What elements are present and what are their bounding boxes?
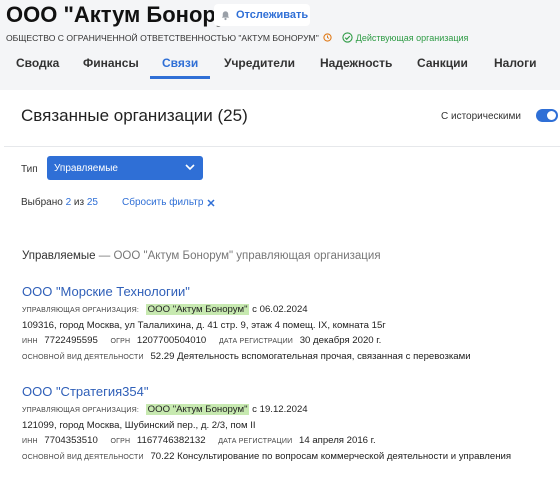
selected-prefix: Выбрано [21, 197, 63, 208]
status-text: Действующая организация [355, 32, 469, 43]
tab-reliability[interactable]: Надежность [320, 56, 392, 70]
section-subtitle: — ООО "Актум Бонорум" управляющая органи… [98, 250, 381, 262]
section-title: Управляемые [22, 250, 96, 262]
activity-value: 70.22 Консультирование по вопросам комме… [150, 451, 512, 462]
managing-org[interactable]: ООО "Актум Бонорум" [145, 304, 250, 315]
ids-row: ИНН 7704353510 ОГРН 1167746382132 ДАТА Р… [22, 434, 552, 448]
type-select-value: Управляемые [54, 162, 118, 174]
tab-taxes[interactable]: Налоги [494, 56, 537, 70]
ogrn-label: ОГРН [110, 338, 131, 345]
inn-value: 7704353510 [44, 435, 98, 446]
tab-bar: Сводка Финансы Связи Учредители Надежнос… [0, 50, 560, 78]
close-icon [207, 198, 215, 207]
managing-org[interactable]: ООО "Актум Бонорум" [145, 404, 250, 415]
inn-label: ИНН [22, 338, 38, 345]
card-divider [4, 146, 560, 147]
tab-summary[interactable]: Сводка [16, 56, 59, 70]
inn-value: 7722495595 [44, 335, 98, 346]
ogrn-value: 1207700504010 [136, 335, 207, 346]
activity-label: ОСНОВНОЙ ВИД ДЕЯТЕЛЬНОСТИ [22, 354, 144, 361]
section-heading: Управляемые — ООО "Актум Бонорум" управл… [22, 250, 381, 262]
reg-date-label: ДАТА РЕГИСТРАЦИИ [218, 338, 294, 345]
reset-filter-label: Сбросить фильтр [122, 197, 204, 208]
ogrn-label: ОГРН [110, 438, 131, 445]
reset-filter-link[interactable]: Сбросить фильтр [122, 197, 215, 208]
activity-label: ОСНОВНОЙ ВИД ДЕЯТЕЛЬНОСТИ [22, 454, 144, 461]
company-header: ООО "Актум Бонорум" Отслеживать ОБЩЕСТВО… [0, 0, 560, 90]
reg-date-label: ДАТА РЕГИСТРАЦИИ [218, 438, 293, 445]
managing-since: с 19.12.2024 [252, 404, 308, 415]
activity-value: 52.29 Деятельность вспомогательная проча… [150, 351, 471, 362]
reg-date-value: 14 апреля 2016 г. [298, 435, 376, 446]
follow-button[interactable]: Отслеживать [214, 4, 310, 26]
card-title: Связанные организации (25) [21, 106, 248, 125]
org-address: 121099, город Москва, Шубинский пер., д.… [22, 420, 256, 431]
managing-row: УПРАВЛЯЮЩАЯ ОРГАНИЗАЦИЯ: ООО "Актум Боно… [22, 403, 552, 417]
toggle-knob [547, 111, 556, 120]
tab-finance[interactable]: Финансы [83, 56, 139, 70]
active-tab-indicator [150, 76, 210, 79]
selected-of: из [73, 197, 85, 208]
legal-name: ОБЩЕСТВО С ОГРАНИЧЕННОЙ ОТВЕТСТВЕННОСТЬЮ… [6, 32, 319, 43]
status-badge: Действующая организация [342, 32, 469, 43]
selected-total: 25 [86, 197, 98, 208]
org-card: ООО "Морские Технологии" УПРАВЛЯЮЩАЯ ОРГ… [22, 284, 552, 364]
selected-count-line: Выбрано 2 из 25 [21, 197, 98, 208]
managing-since: с 06.02.2024 [252, 304, 308, 315]
follow-button-label: Отслеживать [236, 9, 309, 21]
legal-name-line: ОБЩЕСТВО С ОГРАНИЧЕННОЙ ОТВЕТСТВЕННОСТЬЮ… [6, 32, 468, 43]
org-name-link[interactable]: ООО "Стратегия354" [22, 384, 552, 399]
bell-icon [221, 10, 230, 20]
historical-toggle-label: С историческими [441, 111, 521, 122]
clock-icon [323, 33, 332, 42]
activity-row: ОСНОВНОЙ ВИД ДЕЯТЕЛЬНОСТИ 52.29 Деятельн… [22, 350, 552, 364]
historical-toggle[interactable] [536, 109, 558, 122]
managing-row: УПРАВЛЯЮЩАЯ ОРГАНИЗАЦИЯ: ООО "Актум Боно… [22, 303, 552, 317]
chevron-down-icon [185, 164, 195, 171]
managing-label: УПРАВЛЯЮЩАЯ ОРГАНИЗАЦИЯ: [22, 307, 139, 314]
activity-row: ОСНОВНОЙ ВИД ДЕЯТЕЛЬНОСТИ 70.22 Консульт… [22, 450, 512, 464]
managing-label: УПРАВЛЯЮЩАЯ ОРГАНИЗАЦИЯ: [22, 407, 139, 414]
related-orgs-card: Связанные организации (25) С исторически… [4, 94, 560, 483]
reg-date-value: 30 декабря 2020 г. [299, 335, 382, 346]
type-select[interactable]: Управляемые [47, 156, 203, 180]
type-filter-label: Тип [21, 164, 38, 175]
org-card: ООО "Стратегия354" УПРАВЛЯЮЩАЯ ОРГАНИЗАЦ… [22, 384, 552, 464]
selected-count: 2 [65, 197, 72, 208]
inn-label: ИНН [22, 438, 38, 445]
tab-sanctions[interactable]: Санкции [417, 56, 468, 70]
check-circle-icon [342, 32, 353, 43]
org-name-link[interactable]: ООО "Морские Технологии" [22, 284, 552, 299]
ids-row: ИНН 7722495595 ОГРН 1207700504010 ДАТА Р… [22, 334, 552, 348]
org-address: 109316, город Москва, ул Талалихина, д. … [22, 320, 386, 331]
tab-founders[interactable]: Учредители [224, 56, 295, 70]
tab-links[interactable]: Связи [162, 56, 198, 70]
ogrn-value: 1167746382132 [136, 435, 206, 446]
